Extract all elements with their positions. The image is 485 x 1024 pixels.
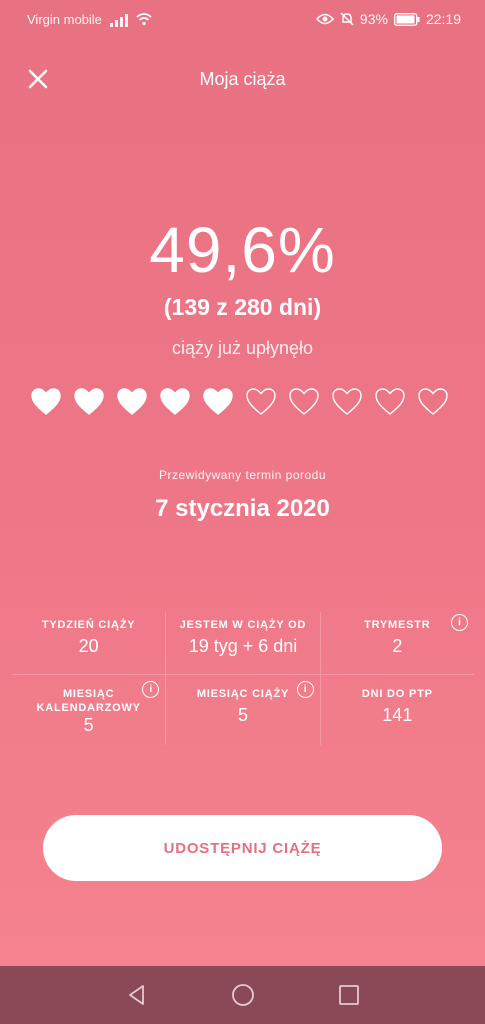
stats-grid: TYDZIEŃ CIĄŻY 20 JESTEM W CIĄŻY OD 19 ty… bbox=[12, 612, 474, 745]
eye-icon bbox=[315, 13, 334, 25]
stat-value: 5 bbox=[237, 705, 248, 725]
due-date-label: Przewidywany termin porodu bbox=[158, 468, 327, 482]
wifi-icon bbox=[136, 13, 152, 26]
stat-label: DNI DO PTP bbox=[361, 688, 433, 700]
signal-icon bbox=[109, 13, 128, 27]
heart-filled-icon bbox=[160, 388, 190, 415]
heart-outline-icon bbox=[289, 388, 319, 415]
nav-home-button[interactable] bbox=[230, 982, 256, 1008]
share-pregnancy-button[interactable]: UDOSTĘPNIJ CIĄŻĘ bbox=[43, 815, 442, 881]
stat-days-to-due: DNI DO PTP 141 bbox=[319, 675, 474, 745]
battery-icon bbox=[394, 12, 420, 26]
progress-days: (139 z 280 dni) bbox=[163, 294, 322, 320]
heart-outline-icon bbox=[246, 388, 276, 415]
stat-pregnancy-month: MIESIĄC CIĄŻY 5 i bbox=[165, 675, 319, 745]
stat-label: JESTEM W CIĄŻY OD bbox=[179, 619, 307, 631]
heart-filled-icon bbox=[74, 388, 104, 415]
info-icon[interactable]: i bbox=[450, 614, 468, 631]
heart-filled-icon bbox=[203, 388, 233, 415]
stat-pregnancy-week: TYDZIEŃ CIĄŻY 20 bbox=[12, 612, 165, 674]
recents-square-icon bbox=[338, 985, 359, 1005]
battery-percent: 93% bbox=[359, 11, 388, 27]
page-title: Moja ciąża bbox=[199, 69, 286, 89]
nav-back-button[interactable] bbox=[124, 982, 150, 1008]
carrier-label: Virgin mobile bbox=[27, 12, 102, 27]
nav-recents-button[interactable] bbox=[336, 982, 362, 1008]
stat-value: 19 tyg + 6 dni bbox=[188, 636, 298, 656]
stats-row: TYDZIEŃ CIĄŻY 20 JESTEM W CIĄŻY OD 19 ty… bbox=[12, 612, 474, 674]
info-icon[interactable]: i bbox=[296, 681, 314, 698]
mute-bell-icon bbox=[340, 12, 354, 26]
status-bar: Virgin mobile 93% 22:19 bbox=[0, 0, 485, 40]
heart-outline-icon bbox=[418, 388, 448, 415]
heart-outline-icon bbox=[375, 388, 405, 415]
system-nav-bar bbox=[0, 966, 485, 1024]
stat-value: 20 bbox=[78, 636, 99, 656]
top-bar: Moja ciąża bbox=[0, 55, 485, 105]
home-circle-icon bbox=[231, 984, 254, 1006]
progress-caption: ciąży już upłynęło bbox=[171, 338, 314, 358]
stat-value: 5 bbox=[83, 715, 94, 735]
stat-trimester: TRYMESTR 2 i bbox=[319, 612, 474, 674]
heart-filled-icon bbox=[117, 388, 147, 415]
clock: 22:19 bbox=[425, 11, 461, 27]
back-triangle-icon bbox=[128, 985, 144, 1005]
due-date-value: 7 stycznia 2020 bbox=[155, 495, 330, 522]
progress-hearts bbox=[30, 386, 449, 418]
stat-pregnant-since: JESTEM W CIĄŻY OD 19 tyg + 6 dni bbox=[165, 612, 319, 674]
stat-label: TYDZIEŃ CIĄŻY bbox=[41, 619, 136, 631]
stats-row: MIESIĄC KALENDARZOWY 5 i MIESIĄC CIĄŻY 5… bbox=[12, 674, 474, 745]
progress-percent: 49,6% bbox=[149, 214, 336, 286]
heart-outline-icon bbox=[332, 388, 362, 415]
stat-calendar-month: MIESIĄC KALENDARZOWY 5 i bbox=[12, 675, 165, 745]
stat-value: 2 bbox=[392, 636, 403, 656]
heart-filled-icon bbox=[31, 388, 61, 415]
stat-value: 141 bbox=[382, 705, 413, 725]
